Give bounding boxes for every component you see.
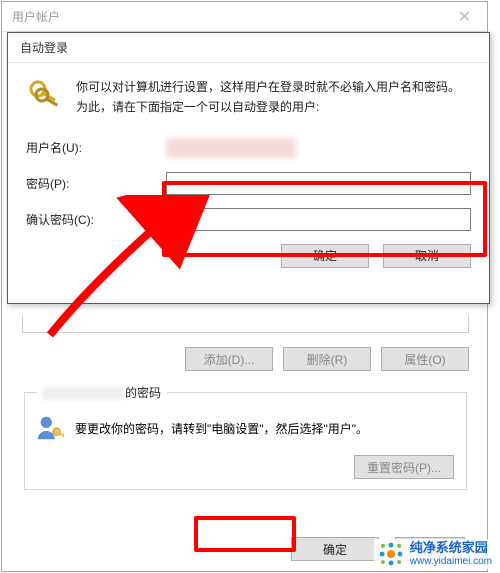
properties-button[interactable]: 属性(O): [381, 347, 469, 371]
watermark-url: www.yidaimei.com: [410, 556, 492, 567]
password-group: 的密码 要更改你的密码，请转到"电脑设置"，然后选择"用户"。 重置密码(P).…: [24, 392, 467, 490]
parent-ok-button[interactable]: 确定: [291, 537, 379, 561]
add-button[interactable]: 添加(D)...: [185, 347, 273, 371]
dialog-ok-button[interactable]: 确定: [281, 244, 369, 268]
parent-titlebar: 用户帐户: [2, 2, 487, 32]
close-icon[interactable]: ✕: [442, 2, 487, 32]
username-value-redacted: [166, 138, 296, 158]
watermark-name: 纯净系统家园: [410, 541, 492, 555]
dialog-title-text: 自动登录: [20, 39, 68, 56]
remove-button[interactable]: 删除(R): [283, 347, 371, 371]
username-label: 用户名(U):: [26, 139, 166, 156]
auto-login-dialog: 自动登录 你可以对计算机进行设置，这样用户在登录时就不必输入用户名和密码。 为此…: [7, 32, 490, 304]
users-list-area: 添加(D)... 删除(R) 属性(O): [22, 315, 469, 371]
parent-title: 用户帐户: [12, 8, 60, 25]
password-label: 密码(P):: [26, 175, 166, 192]
password-instruction: 要更改你的密码，请转到"电脑设置"，然后选择"用户"。: [75, 420, 456, 437]
keys-icon: [26, 77, 62, 113]
password-input[interactable]: [166, 172, 471, 195]
dialog-message: 你可以对计算机进行设置，这样用户在登录时就不必输入用户名和密码。 为此，请在下面…: [76, 77, 460, 118]
watermark: 纯净系统家园 www.yidaimei.com: [374, 539, 496, 569]
user-key-icon: [35, 413, 65, 443]
password-group-legend: 的密码: [37, 384, 167, 401]
dialog-cancel-button[interactable]: 取消: [383, 244, 471, 268]
dialog-button-row: 确定 取消: [26, 244, 471, 268]
confirm-password-label: 确认密码(C):: [26, 211, 166, 228]
dialog-titlebar: 自动登录: [8, 33, 489, 63]
watermark-logo-icon: [378, 541, 404, 567]
confirm-password-input[interactable]: [166, 208, 471, 231]
reset-password-button[interactable]: 重置密码(P)...: [354, 455, 454, 479]
